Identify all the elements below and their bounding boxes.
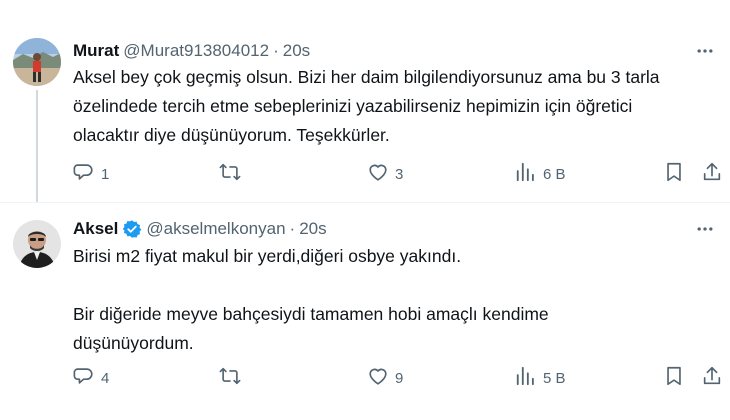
timestamp[interactable]: 20s [283,41,310,61]
more-horizontal-icon[interactable] [694,40,716,62]
reply-count: 4 [101,369,110,387]
views-count: 5 B [543,369,566,387]
tweet[interactable]: Aksel @akselmelkonyan · 20s Birisi m2 fi… [0,202,730,420]
heart-icon [367,161,389,187]
display-name[interactable]: Murat [73,41,119,61]
retweet-icon [219,161,241,187]
reply-count: 1 [101,165,110,183]
retweet-button[interactable] [219,365,247,391]
tweet-header: Murat @Murat913804012 · 20s [73,40,310,62]
share-icon [701,161,723,187]
avatar[interactable] [13,220,61,268]
share-button[interactable] [701,365,723,391]
views-count: 6 B [543,165,566,183]
separator: · [273,41,279,60]
like-count: 9 [395,369,404,387]
heart-icon [367,365,389,391]
like-button[interactable]: 3 [367,161,403,187]
separator: · [289,219,296,238]
thread-line [36,90,38,202]
like-count: 3 [395,165,404,183]
retweet-button[interactable] [219,161,247,187]
share-icon [701,365,723,391]
tweet-text: Aksel bey çok geçmiş olsun. Bizi her dai… [73,63,703,150]
tweet-paragraph: Birisi m2 fiyat makul bir yerdi,diğeri o… [73,246,462,266]
reply-button[interactable]: 1 [73,161,109,187]
bookmark-button[interactable] [663,365,685,391]
reply-icon [73,365,95,391]
username[interactable]: @Murat913804012 [123,41,269,61]
bookmark-icon [663,365,685,391]
like-button[interactable]: 9 [367,365,403,391]
tweet-header: Aksel @akselmelkonyan · 20s [73,218,327,240]
more-horizontal-icon[interactable] [694,218,716,240]
action-bar: 1 3 6 B [73,161,723,187]
views-button[interactable]: 5 B [515,365,566,391]
reply-button[interactable]: 4 [73,365,109,391]
retweet-icon [219,365,241,391]
display-name[interactable]: Aksel [73,219,118,239]
avatar[interactable] [13,38,61,86]
bookmark-button[interactable] [663,161,685,187]
share-button[interactable] [701,161,723,187]
verified-badge-icon[interactable] [122,219,142,239]
username[interactable]: @akselmelkonyan [146,219,285,239]
tweet-paragraph: Bir diğeride meyve bahçesiydi tamamen ho… [73,304,549,353]
analytics-icon [515,365,537,391]
tweet[interactable]: Murat @Murat913804012 · 20s Aksel bey ço… [0,0,730,202]
bookmark-icon [663,161,685,187]
tweet-text: Birisi m2 fiyat makul bir yerdi,diğeri o… [73,242,703,358]
timestamp[interactable]: 20s [299,219,326,239]
tweet-paragraph: Aksel bey çok geçmiş olsun. Bizi her dai… [73,67,660,145]
reply-icon [73,161,95,187]
action-bar: 4 9 5 B [73,365,723,391]
analytics-icon [515,161,537,187]
views-button[interactable]: 6 B [515,161,566,187]
